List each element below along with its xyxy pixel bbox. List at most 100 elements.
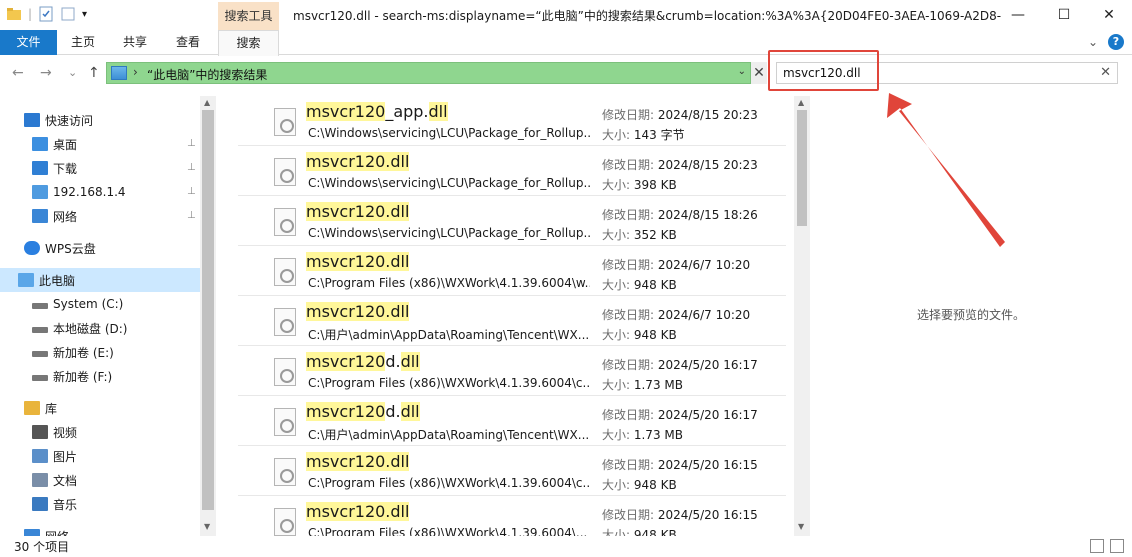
sidebar-item[interactable]: 192.168.1.4 ⊥ bbox=[0, 180, 200, 204]
table-row[interactable]: msvcr120d.dll C:\Program Files (x86)\WXWo… bbox=[238, 346, 786, 396]
sidebar-item[interactable]: System (C:) bbox=[0, 292, 200, 316]
file-name[interactable]: msvcr120.dll bbox=[306, 452, 410, 471]
file-name[interactable]: msvcr120_app.dll bbox=[306, 102, 448, 121]
table-row[interactable]: msvcr120.dll C:\用户\admin\AppData\Roaming\… bbox=[238, 296, 786, 346]
sidebar-item-label: 下载 bbox=[53, 161, 78, 176]
pc-icon bbox=[18, 273, 34, 287]
file-date: 修改日期: 2024/8/15 20:23 bbox=[602, 156, 758, 173]
file-name[interactable]: msvcr120.dll bbox=[306, 152, 410, 171]
sidebar-item[interactable]: 桌面 ⊥ bbox=[0, 132, 200, 156]
results-scrollbar[interactable]: ▲ ▼ bbox=[794, 96, 810, 536]
table-row[interactable]: msvcr120.dll C:\Program Files (x86)\WXWor… bbox=[238, 496, 786, 536]
table-row[interactable]: msvcr120d.dll C:\用户\admin\AppData\Roaming… bbox=[238, 396, 786, 446]
new-folder-icon[interactable] bbox=[60, 6, 76, 22]
table-row[interactable]: msvcr120_app.dll C:\Windows\servicing\LCU… bbox=[238, 96, 786, 146]
status-bar: 30 个项目 bbox=[0, 536, 1132, 557]
table-row[interactable]: msvcr120.dll C:\Program Files (x86)\WXWor… bbox=[238, 446, 786, 496]
close-button[interactable]: ✕ bbox=[1086, 0, 1132, 30]
properties-icon[interactable] bbox=[38, 6, 54, 22]
tab-view[interactable]: 查看 bbox=[166, 30, 210, 55]
date-label: 修改日期: bbox=[602, 158, 658, 172]
details-view-icon[interactable] bbox=[1090, 539, 1104, 553]
breadcrumb-separator[interactable]: › bbox=[133, 65, 138, 79]
sidebar-scroll-down[interactable]: ▼ bbox=[204, 522, 210, 531]
sidebar-item-label: 新加卷 (E:) bbox=[53, 345, 114, 360]
size-value: 398 KB bbox=[633, 178, 677, 192]
date-value: 2024/5/20 16:15 bbox=[657, 458, 758, 472]
navigation-pane: ▲ ▼ 快速访问 桌面 ⊥ 下载 ⊥ 192.168.1.4 ⊥ 网络 ⊥ WPS云盘此电脑 Sys… bbox=[0, 96, 216, 544]
up-button[interactable]: ↑ bbox=[88, 65, 100, 81]
sidebar-scroll-up[interactable]: ▲ bbox=[204, 98, 210, 107]
sidebar-item[interactable]: WPS云盘 bbox=[0, 236, 200, 260]
recent-locations-button[interactable]: ⌄ bbox=[68, 66, 77, 79]
large-icons-view-icon[interactable] bbox=[1110, 539, 1124, 553]
table-row[interactable]: msvcr120.dll C:\Program Files (x86)\WXWor… bbox=[238, 246, 786, 296]
name-highlight-ext: dll bbox=[400, 352, 420, 371]
sidebar-item[interactable]: 本地磁盘 (D:) bbox=[0, 316, 200, 340]
results-scroll-down[interactable]: ▼ bbox=[798, 522, 804, 531]
table-row[interactable]: msvcr120.dll C:\Windows\servicing\LCU\Pac… bbox=[238, 196, 786, 246]
file-name[interactable]: msvcr120d.dll bbox=[306, 402, 420, 421]
sidebar-scrollbar[interactable]: ▲ ▼ bbox=[200, 96, 216, 536]
size-value: 1.73 MB bbox=[633, 378, 683, 392]
item-count: 30 个项目 bbox=[14, 540, 70, 554]
date-label: 修改日期: bbox=[602, 458, 658, 472]
file-size: 大小: 143 字节 bbox=[602, 126, 685, 143]
clear-search-icon[interactable]: ✕ bbox=[1100, 65, 1111, 80]
sidebar-item[interactable]: 图片 bbox=[0, 444, 200, 468]
breadcrumb-current[interactable]: “此电脑”中的搜索结果 bbox=[147, 66, 267, 83]
sidebar-item-label: 网络 bbox=[53, 209, 78, 224]
video-icon bbox=[32, 425, 48, 439]
file-name[interactable]: msvcr120.dll bbox=[306, 302, 410, 321]
back-button[interactable]: ← bbox=[12, 65, 24, 81]
sidebar-item[interactable]: 新加卷 (E:) bbox=[0, 340, 200, 364]
address-dropdown-icon[interactable]: ⌄ bbox=[738, 66, 746, 77]
sidebar-item-label: 库 bbox=[45, 401, 58, 416]
name-highlight: msvcr120.dll bbox=[306, 452, 410, 471]
tab-search[interactable]: 搜索 bbox=[218, 30, 279, 56]
sidebar-item[interactable]: 此电脑 bbox=[0, 268, 200, 292]
sidebar-item-label: 192.168.1.4 bbox=[53, 185, 126, 199]
close-search-button[interactable]: ✕ bbox=[751, 62, 767, 84]
tab-home[interactable]: 主页 bbox=[62, 30, 104, 55]
file-size: 大小: 352 KB bbox=[602, 226, 677, 243]
minimize-button[interactable]: — bbox=[995, 0, 1041, 30]
size-value: 948 KB bbox=[633, 328, 677, 342]
sidebar-item[interactable]: 音乐 bbox=[0, 492, 200, 516]
sidebar-item[interactable]: 下载 ⊥ bbox=[0, 156, 200, 180]
customize-qa-icon[interactable]: ▾ bbox=[82, 9, 87, 20]
tab-share[interactable]: 共享 bbox=[114, 30, 156, 55]
drive-icon bbox=[32, 375, 48, 381]
sidebar-item[interactable]: 库 bbox=[0, 396, 200, 420]
dll-file-icon bbox=[274, 408, 296, 436]
size-value: 1.73 MB bbox=[633, 428, 683, 442]
file-date: 修改日期: 2024/5/20 16:15 bbox=[602, 456, 758, 473]
address-bar[interactable]: › “此电脑”中的搜索结果 ⌄ bbox=[106, 62, 751, 84]
sidebar-item-label: 桌面 bbox=[53, 137, 78, 152]
tab-file[interactable]: 文件 bbox=[0, 30, 57, 55]
file-name[interactable]: msvcr120.dll bbox=[306, 252, 410, 271]
file-name[interactable]: msvcr120d.dll bbox=[306, 352, 420, 371]
sidebar-item[interactable]: 视频 bbox=[0, 420, 200, 444]
file-path: C:\Windows\servicing\LCU\Package_for_Rol… bbox=[308, 226, 590, 240]
file-date: 修改日期: 2024/6/7 10:20 bbox=[602, 306, 750, 323]
name-highlight: msvcr120 bbox=[306, 402, 386, 421]
maximize-button[interactable]: ☐ bbox=[1041, 0, 1087, 30]
dll-file-icon bbox=[274, 158, 296, 186]
sidebar-item[interactable]: 文档 bbox=[0, 468, 200, 492]
ribbon-controls: ⌄ ? bbox=[1088, 34, 1124, 50]
results-scroll-up[interactable]: ▲ bbox=[798, 98, 804, 107]
title-bar: | ▾ 搜索工具 msvcr120.dll - search-ms:displa… bbox=[0, 0, 1132, 32]
sidebar-item[interactable]: 快速访问 bbox=[0, 108, 200, 132]
help-icon[interactable]: ? bbox=[1108, 34, 1124, 50]
results-scroll-thumb[interactable] bbox=[797, 110, 807, 226]
sidebar-item[interactable]: 新加卷 (F:) bbox=[0, 364, 200, 388]
sidebar-scroll-thumb[interactable] bbox=[202, 110, 214, 510]
table-row[interactable]: msvcr120.dll C:\Windows\servicing\LCU\Pac… bbox=[238, 146, 786, 196]
file-name[interactable]: msvcr120.dll bbox=[306, 502, 410, 521]
forward-button[interactable]: → bbox=[40, 65, 52, 81]
sidebar-item[interactable]: 网络 ⊥ bbox=[0, 204, 200, 228]
file-path: C:\Windows\servicing\LCU\Package_for_Rol… bbox=[308, 126, 590, 140]
expand-ribbon-icon[interactable]: ⌄ bbox=[1088, 35, 1098, 49]
file-name[interactable]: msvcr120.dll bbox=[306, 202, 410, 221]
